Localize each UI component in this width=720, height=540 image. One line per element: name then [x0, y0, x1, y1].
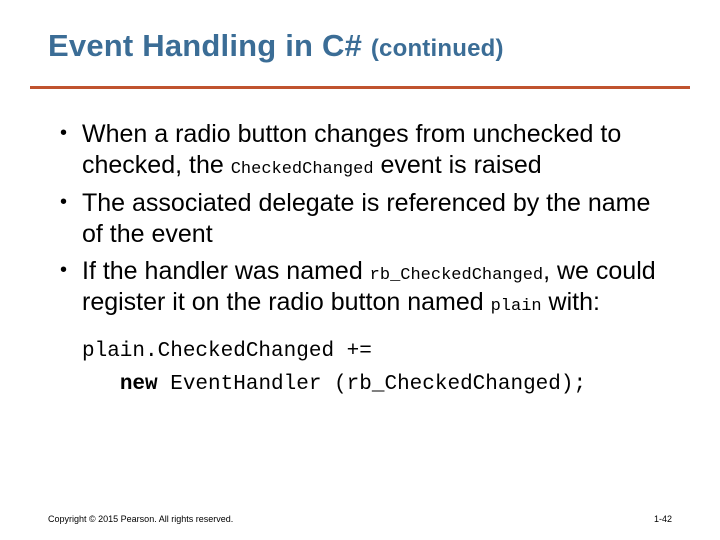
inline-code: CheckedChanged	[231, 160, 374, 179]
bullet-item: When a radio button changes from uncheck…	[82, 119, 664, 182]
bullet-text: The associated delegate is referenced by…	[82, 189, 650, 248]
title-main: Event Handling in C#	[48, 28, 371, 63]
page-number: 1-42	[654, 514, 672, 524]
slide: Event Handling in C# (continued) When a …	[0, 0, 720, 540]
title-block: Event Handling in C# (continued)	[0, 0, 720, 74]
code-line: plain.CheckedChanged +=	[82, 340, 372, 363]
content-area: When a radio button changes from uncheck…	[0, 89, 720, 402]
bullet-text: with:	[542, 288, 600, 316]
copyright-text: Copyright © 2015 Pearson. All rights res…	[48, 514, 233, 524]
bullet-list: When a radio button changes from uncheck…	[56, 119, 664, 319]
title-continued: (continued)	[371, 35, 504, 62]
code-line: EventHandler (rb_CheckedChanged);	[158, 373, 586, 396]
code-keyword: new	[120, 373, 158, 396]
bullet-item: The associated delegate is referenced by…	[82, 188, 664, 251]
code-indent	[82, 373, 120, 396]
code-block: plain.CheckedChanged += new EventHandler…	[82, 335, 664, 402]
slide-title: Event Handling in C# (continued)	[48, 28, 672, 64]
bullet-item: If the handler was named rb_CheckedChang…	[82, 256, 664, 319]
bullet-text: event is raised	[374, 151, 542, 179]
inline-code: rb_CheckedChanged	[370, 266, 543, 285]
footer: Copyright © 2015 Pearson. All rights res…	[48, 514, 672, 524]
inline-code: plain	[491, 297, 542, 316]
bullet-text: If the handler was named	[82, 257, 370, 285]
